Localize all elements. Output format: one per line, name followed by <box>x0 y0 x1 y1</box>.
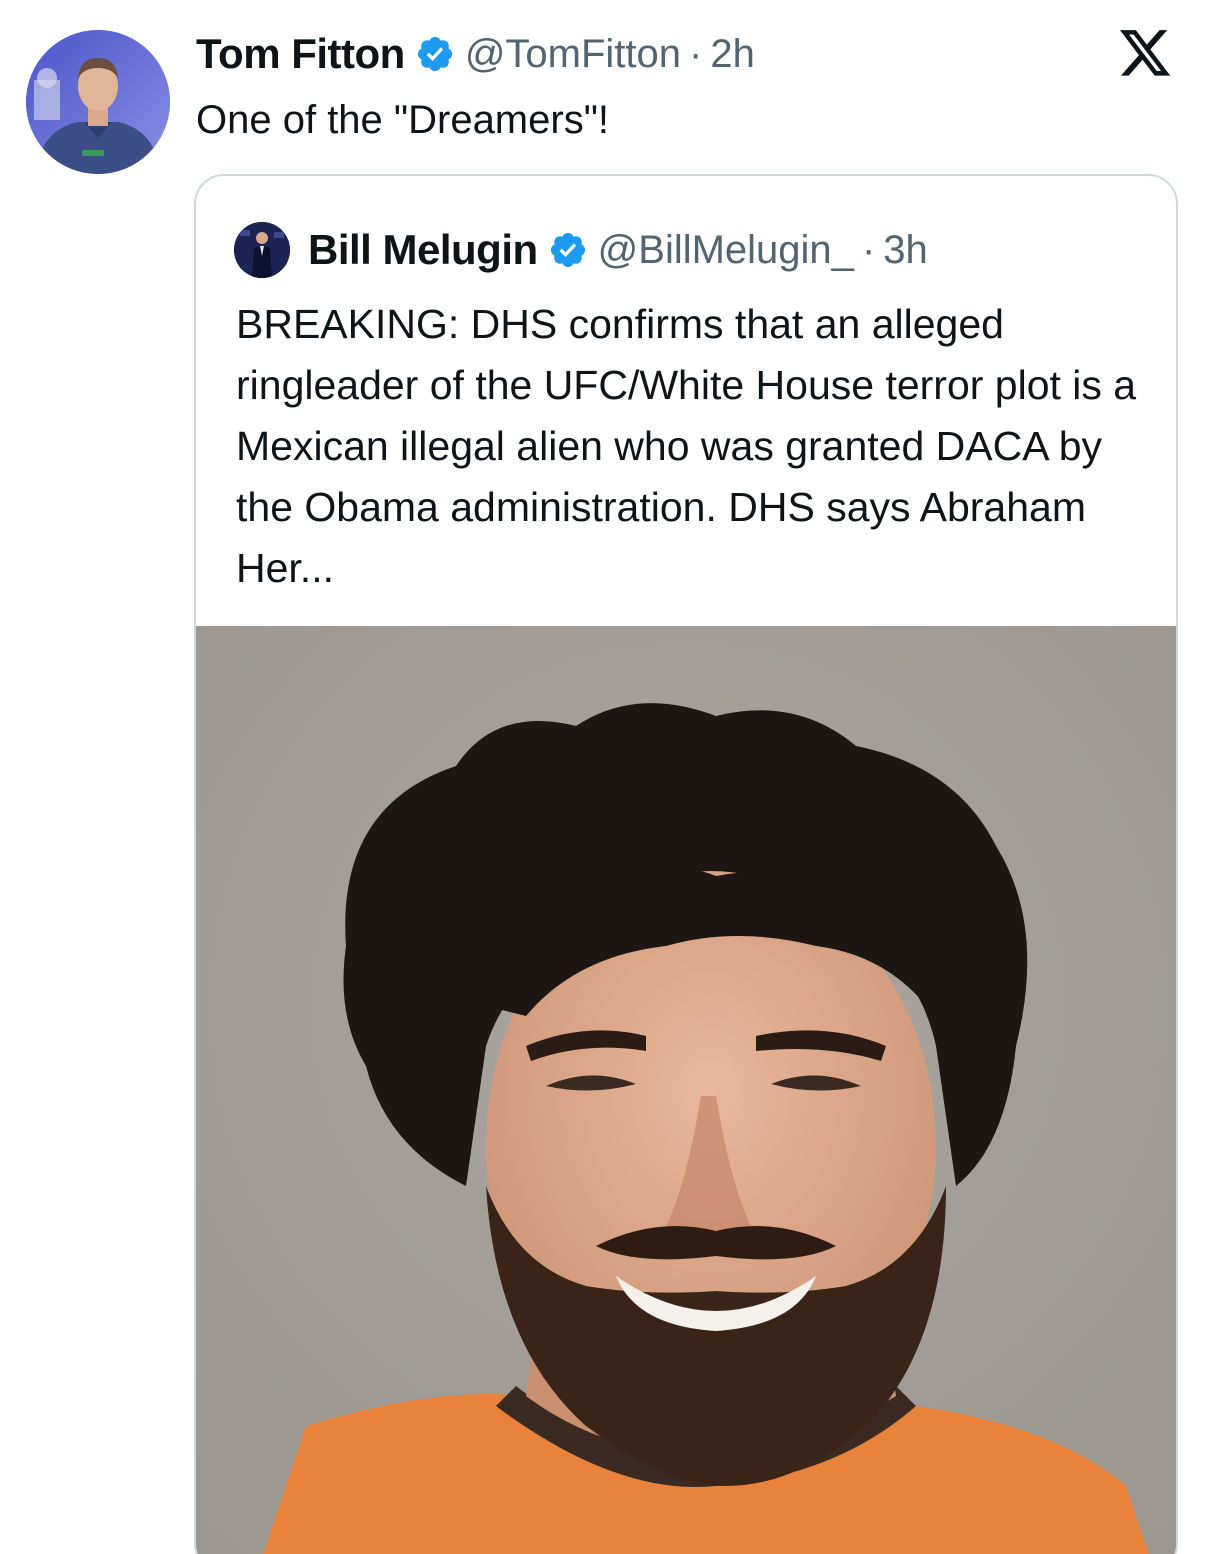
verified-badge-icon <box>548 230 588 270</box>
quoted-author-name[interactable]: Bill Melugin <box>308 226 538 274</box>
author-handle[interactable]: @TomFitton <box>465 32 681 77</box>
quoted-tweet-time[interactable]: 3h <box>883 228 928 273</box>
tweet-header: Tom Fitton @TomFitton · 2h <box>196 26 755 82</box>
quoted-tweet-text: BREAKING: DHS confirms that an alleged r… <box>236 301 1137 591</box>
tweet-card[interactable]: Tom Fitton @TomFitton · 2h One of the "D… <box>0 0 1206 1554</box>
verified-badge-icon <box>415 34 455 74</box>
quoted-author-avatar[interactable] <box>234 222 290 278</box>
quoted-tweet[interactable]: Bill Melugin @BillMelugin_ · 3h BREAKING… <box>194 174 1178 1554</box>
separator-dot: · <box>689 31 703 76</box>
tweet-text: One of the "Dreamers"! <box>196 98 610 142</box>
mugshot-photo[interactable] <box>196 626 1176 1554</box>
tweet-time[interactable]: 2h <box>710 32 755 77</box>
separator-dot: · <box>861 227 876 272</box>
quoted-tweet-header: Bill Melugin @BillMelugin_ · 3h <box>234 220 928 280</box>
x-logo-icon[interactable] <box>1120 30 1172 78</box>
author-avatar[interactable] <box>26 30 170 174</box>
quoted-author-handle[interactable]: @BillMelugin_ <box>598 228 854 273</box>
author-name[interactable]: Tom Fitton <box>196 30 405 78</box>
